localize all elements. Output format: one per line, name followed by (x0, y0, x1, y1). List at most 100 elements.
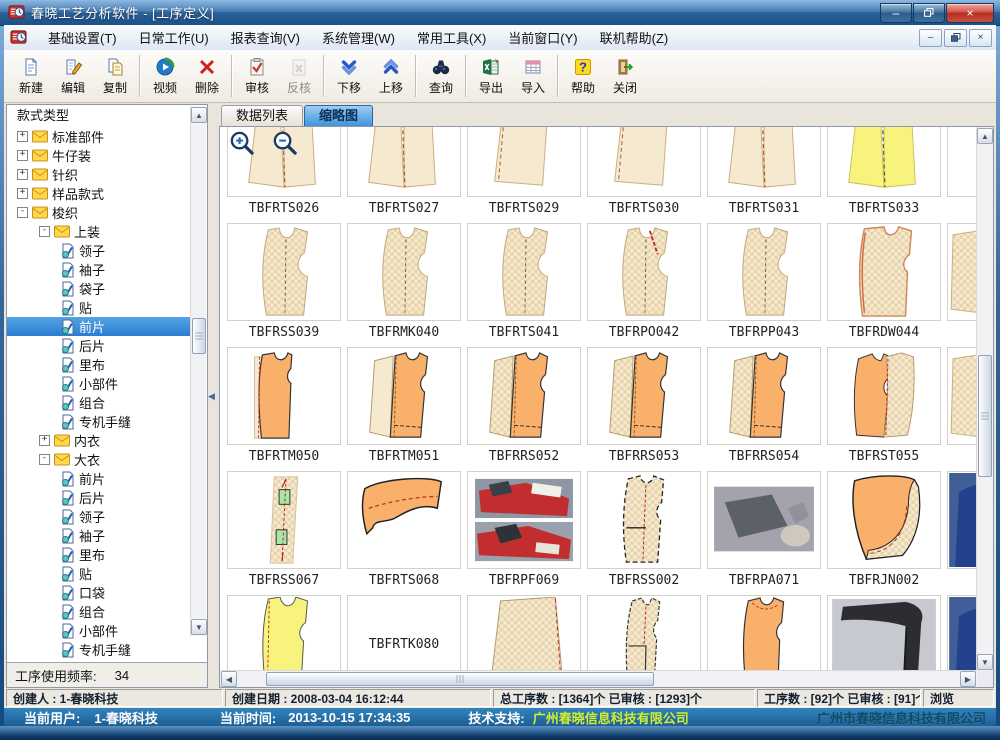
pattern-thumbnail[interactable] (707, 223, 821, 321)
pattern-thumbnail[interactable] (227, 471, 341, 569)
scrollbar-up-button[interactable]: ▲ (977, 128, 993, 144)
pattern-thumbnail[interactable] (347, 127, 461, 197)
toolbar-button-video[interactable]: 视频 (144, 53, 186, 99)
tree-item-leaf[interactable]: 袖子 (7, 260, 192, 279)
scrollbar-thumb[interactable] (266, 672, 654, 686)
pattern-thumbnail[interactable] (587, 223, 701, 321)
tree-item-folder[interactable]: +标准部件 (7, 127, 192, 146)
tree-item-leaf[interactable]: 后片 (7, 336, 192, 355)
pattern-thumbnail[interactable] (467, 471, 581, 569)
thumbnail-cell[interactable]: TBFRSS067 (224, 471, 344, 593)
scrollbar-right-button[interactable]: ▶ (960, 671, 976, 687)
tree-item-folder[interactable]: +内衣 (7, 431, 192, 450)
zoom-out-icon[interactable] (271, 130, 298, 157)
thumbnail-cell[interactable]: TBFRST055 (824, 347, 944, 469)
pattern-thumbnail[interactable] (827, 471, 941, 569)
pattern-thumbnail[interactable] (707, 127, 821, 197)
pattern-thumbnail[interactable] (947, 127, 977, 197)
thumbnail-cell[interactable]: TBFRSS039 (224, 223, 344, 345)
close-button[interactable]: × (946, 3, 994, 23)
thumbnail-cell[interactable]: TBFRTS030 (584, 127, 704, 221)
thumbnail-cell[interactable]: TBFRPP043 (704, 223, 824, 345)
toolbar-button-audit[interactable]: 审核 (236, 53, 278, 99)
thumbnail-cell[interactable]: TBFRJN002 (824, 471, 944, 593)
pattern-thumbnail[interactable] (827, 347, 941, 445)
thumbnail-cell[interactable]: TBFRRS053 (584, 347, 704, 469)
menu-item-3[interactable]: 系统管理(W) (311, 25, 406, 50)
thumbnail-cell[interactable]: TBFRTK080 (344, 595, 464, 671)
pattern-thumbnail[interactable] (947, 347, 977, 445)
tab-data-list[interactable]: 数据列表 (221, 105, 303, 126)
thumbnail-cell[interactable]: TBFRPA071 (704, 471, 824, 593)
pattern-thumbnail[interactable] (707, 347, 821, 445)
thumbnail-cell[interactable] (944, 471, 977, 593)
pattern-thumbnail[interactable] (467, 347, 581, 445)
mdi-close-button[interactable]: × (969, 29, 992, 47)
grid-vertical-scrollbar[interactable]: ▲ ▼ (976, 127, 993, 671)
pattern-thumbnail[interactable] (827, 127, 941, 197)
thumbnail-cell[interactable] (944, 595, 977, 671)
tree-item-leaf[interactable]: 组合 (7, 393, 192, 412)
scrollbar-down-button[interactable]: ▼ (191, 619, 207, 635)
tree-scrollbar[interactable]: ▲ ▼ (190, 106, 206, 636)
maximize-button[interactable] (913, 3, 945, 23)
thumbnail-cell[interactable] (584, 595, 704, 671)
expander-icon[interactable]: + (17, 169, 28, 180)
tree-item-leaf[interactable]: 专机手缝 (7, 412, 192, 431)
zoom-in-icon[interactable] (228, 130, 255, 157)
grid-horizontal-scrollbar[interactable]: ◀ ▶ (220, 670, 977, 687)
tree-item-leaf[interactable]: 袖子 (7, 526, 192, 545)
mdi-minimize-button[interactable]: – (919, 29, 942, 47)
minimize-button[interactable]: – (880, 3, 912, 23)
tree-item-leaf[interactable]: 里布 (7, 545, 192, 564)
pattern-thumbnail[interactable] (707, 595, 821, 671)
thumbnail-cell[interactable] (464, 595, 584, 671)
toolbar-button-close[interactable]: 关闭 (604, 53, 646, 99)
tree-item-leaf[interactable]: 袋子 (7, 279, 192, 298)
pattern-thumbnail[interactable] (227, 595, 341, 671)
thumbnail-cell[interactable]: TBFRTS029 (464, 127, 584, 221)
pattern-thumbnail[interactable] (347, 471, 461, 569)
toolbar-button-search[interactable]: 查询 (420, 53, 462, 99)
expander-icon[interactable]: + (17, 131, 28, 142)
pattern-thumbnail[interactable] (467, 127, 581, 197)
thumbnail-cell[interactable]: TBFRMK040 (344, 223, 464, 345)
tree-item-leaf[interactable]: 贴 (7, 564, 192, 583)
pattern-thumbnail[interactable] (587, 471, 701, 569)
menu-item-6[interactable]: 联机帮助(Z) (589, 25, 680, 50)
pattern-thumbnail[interactable] (827, 595, 941, 671)
tree-item-leaf[interactable]: 前片 (7, 469, 192, 488)
panel-splitter[interactable]: ◀ (208, 104, 219, 688)
pattern-thumbnail[interactable] (347, 347, 461, 445)
thumbnail-cell[interactable]: TBFRTM050 (224, 347, 344, 469)
scrollbar-thumb[interactable] (978, 355, 992, 477)
thumbnail-cell[interactable]: TBFRRS054 (704, 347, 824, 469)
pattern-thumbnail[interactable] (947, 471, 977, 569)
thumbnail-cell[interactable] (944, 127, 977, 221)
menu-item-4[interactable]: 常用工具(X) (406, 25, 497, 50)
pattern-thumbnail[interactable] (587, 127, 701, 197)
scrollbar-up-button[interactable]: ▲ (191, 107, 207, 123)
menu-item-5[interactable]: 当前窗口(Y) (497, 25, 588, 50)
tree-item-leaf[interactable]: 前片 (7, 317, 192, 336)
tree-item-leaf[interactable]: 组合 (7, 602, 192, 621)
toolbar-button-delete[interactable]: 删除 (186, 53, 228, 99)
scrollbar-thumb[interactable] (192, 318, 206, 354)
pattern-thumbnail[interactable] (947, 595, 977, 671)
pattern-thumbnail[interactable] (467, 595, 581, 671)
pattern-thumbnail[interactable] (707, 471, 821, 569)
tab-thumbnails[interactable]: 缩略图 (304, 105, 373, 126)
pattern-thumbnail[interactable] (347, 223, 461, 321)
scrollbar-down-button[interactable]: ▼ (977, 654, 993, 670)
scrollbar-left-button[interactable]: ◀ (221, 671, 237, 687)
toolbar-button-copy[interactable]: 复制 (94, 53, 136, 99)
pattern-thumbnail[interactable] (587, 595, 701, 671)
expander-icon[interactable]: + (39, 435, 50, 446)
tree-item-leaf[interactable]: 领子 (7, 507, 192, 526)
tree-item-folder[interactable]: +针织 (7, 165, 192, 184)
expander-icon[interactable]: + (17, 150, 28, 161)
tree-item-leaf[interactable]: 里布 (7, 355, 192, 374)
thumbnail-cell[interactable]: TBFRSS002 (584, 471, 704, 593)
tree-item-leaf[interactable]: 领子 (7, 241, 192, 260)
toolbar-button-export[interactable]: 导出 (470, 53, 512, 99)
